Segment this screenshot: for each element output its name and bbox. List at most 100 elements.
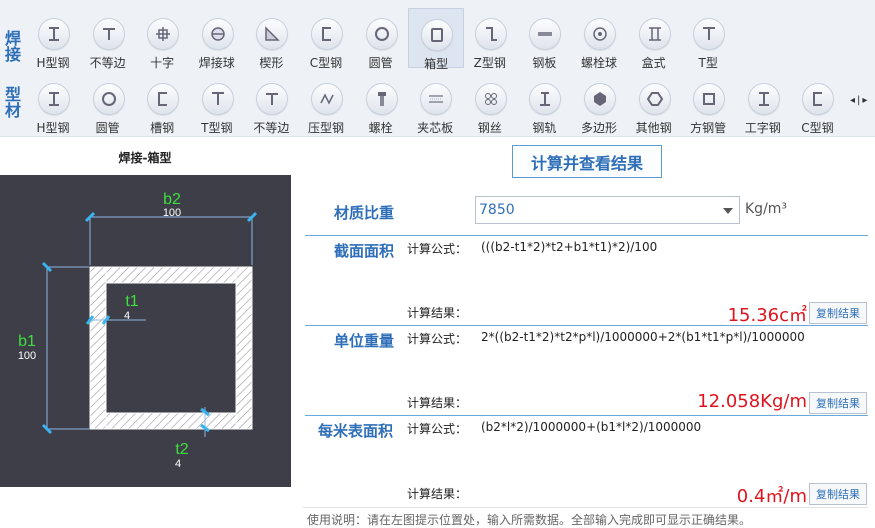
- box-section-drawing: b2 100 b1 100 t1 4 t2 4: [18, 191, 258, 470]
- shape-button-unequal-angle[interactable]: 不等边: [81, 8, 135, 70]
- shape-button-c-channel[interactable]: C型钢: [299, 8, 353, 70]
- area-formula: (((b2-t1*2)*t2+b1*t1)*2)/100: [481, 240, 658, 254]
- other-steel-icon: [638, 83, 671, 115]
- group-label-welded: 焊接: [2, 30, 21, 62]
- bolt-ball-icon: [584, 18, 616, 50]
- welded-ball-icon: [201, 18, 234, 50]
- shape-label: T型: [698, 56, 718, 70]
- shape-button-h-beam[interactable]: H型钢: [26, 8, 80, 70]
- separator: [303, 507, 868, 508]
- toolbar-scroll-arrows[interactable]: ◂|▸: [850, 95, 869, 106]
- result-prefix: 计算结果：: [407, 306, 468, 320]
- unit-weight-label: 单位重量: [334, 332, 395, 350]
- formula-prefix: 计算公式：: [407, 422, 468, 436]
- t-section-icon: [693, 18, 726, 50]
- top-flange: [89, 266, 253, 284]
- shape-button-rail[interactable]: 钢轨: [517, 73, 571, 135]
- shape-button-channel[interactable]: 槽钢: [135, 73, 189, 135]
- shape-button-round-tube[interactable]: 圆管: [354, 8, 408, 70]
- shape-button-h-beam[interactable]: H型钢: [26, 73, 80, 135]
- round-tube-icon: [92, 83, 125, 115]
- h-beam-icon: [38, 18, 70, 50]
- bolt-icon: [365, 83, 398, 115]
- z-section-icon: [474, 18, 507, 50]
- rail-icon: [529, 83, 562, 115]
- t1-value[interactable]: 4: [124, 310, 130, 322]
- unequal-angle-icon: [256, 83, 289, 115]
- shape-button-profiled-steel[interactable]: 压型钢: [299, 73, 353, 135]
- steel-plate-icon: [529, 18, 562, 50]
- shape-button-sandwich-panel[interactable]: 夹芯板: [408, 73, 462, 135]
- shape-button-welded-ball[interactable]: 焊接球: [190, 8, 244, 70]
- shape-button-polygon[interactable]: 多边形: [572, 73, 626, 135]
- c-channel-icon: [311, 18, 343, 50]
- shape-button-t-section[interactable]: T型钢: [190, 73, 244, 135]
- weight-result: 12.058Kg/m: [697, 391, 807, 412]
- weight-formula: 2*((b2-t1*2)*t2*p*l)/1000000+2*(b1*t1*p*…: [481, 330, 805, 344]
- shape-button-unequal-angle[interactable]: 不等边: [244, 73, 298, 135]
- separator: [305, 325, 868, 326]
- shape-button-z-section[interactable]: Z型钢: [463, 8, 517, 70]
- i-beam-icon: [747, 83, 780, 115]
- b2-label: b2: [163, 191, 181, 208]
- shape-button-bolt[interactable]: 螺栓: [354, 73, 408, 135]
- shape-button-t-section[interactable]: T型: [681, 8, 735, 70]
- group-label-profiles: 型材: [2, 86, 21, 118]
- density-unit: Kg/m³: [745, 201, 788, 217]
- shape-button-other-steel[interactable]: 其他钢: [627, 73, 681, 135]
- channel-icon: [147, 83, 180, 115]
- area-result: 15.36c㎡: [727, 305, 807, 326]
- profile-toolbar: 焊接 型材 H型钢 不等边 十字 焊接球 楔形 C型钢 圆管 箱型 Z型钢 钢板 螺栓球 盒式 T型 H…: [0, 0, 875, 137]
- wedge-icon: [256, 18, 289, 50]
- shape-button-i-beam[interactable]: 工字钢: [736, 73, 790, 135]
- separator: [305, 235, 868, 236]
- usage-note: 使用说明：请在左图提示位置处，输入所需数据。全部输入完成即可显示正确结果。: [307, 513, 752, 527]
- surface-area-label: 每米表面积: [318, 422, 394, 440]
- shape-button-bolt-ball[interactable]: 螺栓球: [572, 8, 626, 70]
- shape-button-wedge[interactable]: 楔形: [244, 8, 298, 70]
- result-prefix: 计算结果：: [407, 396, 468, 410]
- right-web: [235, 266, 253, 430]
- square-tube-icon: [693, 83, 726, 115]
- shape-button-square-tube[interactable]: 方钢管: [681, 73, 735, 135]
- t2-value[interactable]: 4: [175, 458, 181, 470]
- shape-button-box-type[interactable]: 盒式: [627, 8, 681, 70]
- surface-formula: (b2*l*2)/1000000+(b1*l*2)/1000000: [481, 420, 702, 434]
- diagram-title: 焊接-箱型: [118, 151, 172, 165]
- c-channel-icon: [802, 83, 835, 115]
- shape-button-c-channel[interactable]: C型钢: [790, 73, 844, 135]
- shape-button-steel-plate[interactable]: 钢板: [517, 8, 571, 70]
- formula-prefix: 计算公式：: [407, 332, 468, 346]
- t1-label: t1: [125, 293, 138, 310]
- sandwich-panel-icon: [420, 83, 453, 115]
- box-section-icon: [421, 19, 454, 51]
- unequal-angle-icon: [92, 18, 125, 50]
- surface-result: 0.4㎡/m: [736, 486, 807, 507]
- copy-area-button[interactable]: 复制结果: [809, 302, 867, 324]
- shape-button-steel-wire[interactable]: 钢丝: [463, 73, 517, 135]
- left-web: [89, 266, 107, 430]
- formula-prefix: 计算公式：: [407, 242, 468, 256]
- shape-button-box-section[interactable]: 箱型: [408, 8, 465, 71]
- density-label: 材质比重: [334, 204, 395, 222]
- cross-icon: [147, 18, 180, 50]
- section-area-label: 截面面积: [334, 242, 395, 260]
- calculate-button[interactable]: 计算并查看结果: [512, 145, 662, 178]
- b2-value[interactable]: 100: [163, 207, 181, 219]
- box-type-icon: [638, 18, 671, 50]
- polygon-icon: [584, 83, 616, 115]
- t2-label: t2: [175, 441, 188, 458]
- box-section-diagram: b2 100 b1 100 t1 4 t2 4: [0, 175, 291, 487]
- b1-value[interactable]: 100: [18, 350, 36, 362]
- shape-button-cross[interactable]: 十字: [135, 8, 189, 70]
- shape-label: C型钢: [801, 121, 834, 135]
- result-prefix: 计算结果：: [407, 487, 468, 501]
- steel-wire-icon: [474, 83, 507, 115]
- chevron-down-icon[interactable]: [723, 208, 733, 214]
- profiled-steel-icon: [311, 83, 343, 115]
- shape-button-round-tube[interactable]: 圆管: [81, 73, 135, 135]
- round-tube-icon: [365, 18, 398, 50]
- density-select[interactable]: 7850: [475, 196, 740, 224]
- copy-weight-button[interactable]: 复制结果: [809, 392, 867, 414]
- copy-surface-button[interactable]: 复制结果: [809, 483, 867, 505]
